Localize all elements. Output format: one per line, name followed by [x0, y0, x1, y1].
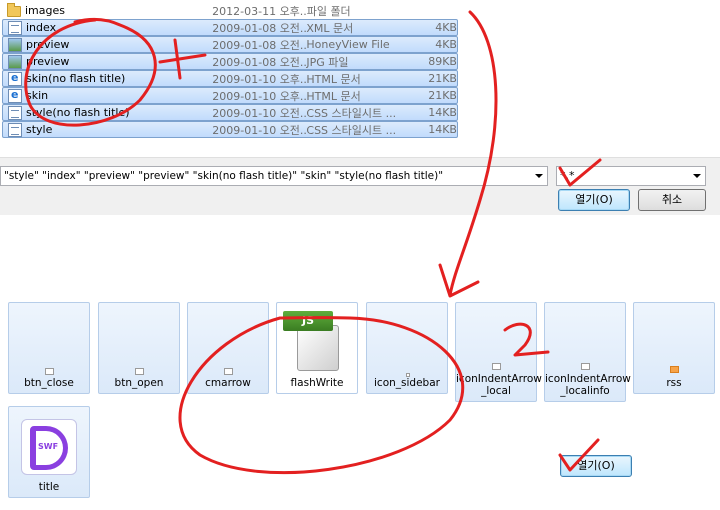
file-size: 14KB: [428, 106, 457, 119]
file-type: CSS 스타일시트 ...: [306, 123, 397, 137]
file-name: style: [26, 123, 53, 136]
thumbnail-item[interactable]: SWF title: [8, 406, 90, 498]
thumbnail-item[interactable]: btn_open: [98, 302, 180, 394]
indent-arrow-thumbnail-icon: [581, 363, 590, 370]
file-name: preview: [26, 55, 70, 68]
thumbnail-label: cmarrow: [205, 377, 251, 389]
html-document-icon: [8, 88, 22, 103]
thumbnail-item[interactable]: icon_sidebar: [366, 302, 448, 394]
file-type: XML 문서: [306, 21, 354, 35]
thumbnail-item[interactable]: rss: [633, 302, 715, 394]
thumbnail-item[interactable]: cmarrow: [187, 302, 269, 394]
file-date: 2009-01-10 오전...: [212, 106, 307, 120]
file-size: 21KB: [428, 89, 457, 102]
html-document-icon: [8, 71, 22, 86]
file-size: 4KB: [435, 21, 457, 34]
file-name: skin: [26, 89, 49, 102]
file-date: 2009-01-10 오후...: [212, 72, 307, 86]
open-button[interactable]: 열기(O): [558, 189, 630, 211]
file-row[interactable]: preview 2009-01-08 오전... JPG 파일 89KB: [2, 53, 458, 70]
thumbnail-label: iconIndentArrow _localinfo: [545, 373, 631, 397]
arrow-thumbnail-icon: [224, 368, 233, 375]
file-type: JPG 파일: [306, 55, 349, 69]
file-size: 21KB: [428, 72, 457, 85]
file-name: skin(no flash title): [26, 72, 126, 85]
filter-value: *.*: [560, 169, 575, 182]
script-file-icon: [297, 325, 339, 371]
thumbnail-item[interactable]: iconIndentArrow _localinfo: [544, 302, 631, 402]
rss-thumbnail-icon: [670, 366, 679, 373]
file-row[interactable]: images 2012-03-11 오후... 파일 폴더: [2, 2, 458, 19]
file-type: HoneyView File: [306, 38, 390, 51]
image-file-icon: [8, 37, 22, 52]
chevron-down-icon[interactable]: [693, 174, 701, 178]
file-date: 2012-03-11 오후...: [212, 4, 307, 18]
swf-file-icon: SWF: [21, 419, 77, 475]
file-size: 14KB: [428, 123, 457, 136]
file-row[interactable]: style 2009-01-10 오전... CSS 스타일시트 ... 14K…: [2, 121, 458, 138]
file-date: 2009-01-08 오전...: [212, 38, 307, 52]
file-row[interactable]: style(no flash title) 2009-01-10 오전... C…: [2, 104, 458, 121]
file-name: index: [26, 21, 57, 34]
xml-document-icon: [8, 20, 22, 35]
css-document-icon: [8, 122, 22, 137]
file-type: 파일 폴더: [306, 4, 351, 18]
file-name: preview: [26, 38, 70, 51]
filename-combobox[interactable]: "style" "index" "preview" "preview" "ski…: [0, 166, 548, 186]
file-type: HTML 문서: [306, 72, 361, 86]
chevron-down-icon[interactable]: [535, 174, 543, 178]
file-type-filter-combobox[interactable]: *.*: [556, 166, 706, 186]
file-row[interactable]: preview 2009-01-08 오전... HoneyView File …: [2, 36, 458, 53]
thumbnail-label: btn_open: [114, 377, 164, 389]
file-type: HTML 문서: [306, 89, 361, 103]
css-document-icon: [8, 105, 22, 120]
open-thumbnail-icon: [135, 368, 144, 375]
file-row[interactable]: skin 2009-01-10 오후... HTML 문서 21KB: [2, 87, 458, 104]
folder-icon: [7, 2, 21, 17]
thumbnail-label: btn_close: [24, 377, 74, 389]
close-thumbnail-icon: [45, 368, 54, 375]
cancel-button[interactable]: 취소: [638, 189, 706, 211]
indent-arrow-thumbnail-icon: [492, 363, 501, 370]
thumbnail-item[interactable]: btn_close: [8, 302, 90, 394]
filename-value: "style" "index" "preview" "preview" "ski…: [4, 170, 444, 182]
thumbnail-label: title: [38, 481, 60, 493]
image-file-icon: [8, 54, 22, 69]
file-row[interactable]: skin(no flash title) 2009-01-10 오후... HT…: [2, 70, 458, 87]
file-size: 4KB: [435, 38, 457, 51]
thumbnail-label: rss: [666, 377, 682, 389]
open-button[interactable]: 열기(O): [560, 455, 632, 477]
file-name: style(no flash title): [26, 106, 130, 119]
swf-badge: SWF: [38, 442, 59, 451]
thumbnail-item[interactable]: iconIndentArrow _local: [455, 302, 542, 402]
file-date: 2009-01-08 오전...: [212, 55, 307, 69]
file-name: images: [25, 4, 65, 17]
file-date: 2009-01-10 오후...: [212, 89, 307, 103]
thumbnail-label: flashWrite: [290, 377, 344, 389]
thumbnail-label: icon_sidebar: [374, 377, 440, 389]
file-date: 2009-01-10 오전...: [212, 123, 307, 137]
file-row[interactable]: index 2009-01-08 오전... XML 문서 4KB: [2, 19, 458, 36]
file-type: CSS 스타일시트 ...: [306, 106, 397, 120]
file-date: 2009-01-08 오전...: [212, 21, 307, 35]
javascript-file-icon: JS: [283, 311, 333, 331]
file-size: 89KB: [428, 55, 457, 68]
thumbnail-item[interactable]: JS flashWrite: [276, 302, 358, 394]
dialog-bottom-bar: "style" "index" "preview" "preview" "ski…: [0, 157, 720, 215]
thumbnail-label: iconIndentArrow _local: [456, 373, 542, 397]
